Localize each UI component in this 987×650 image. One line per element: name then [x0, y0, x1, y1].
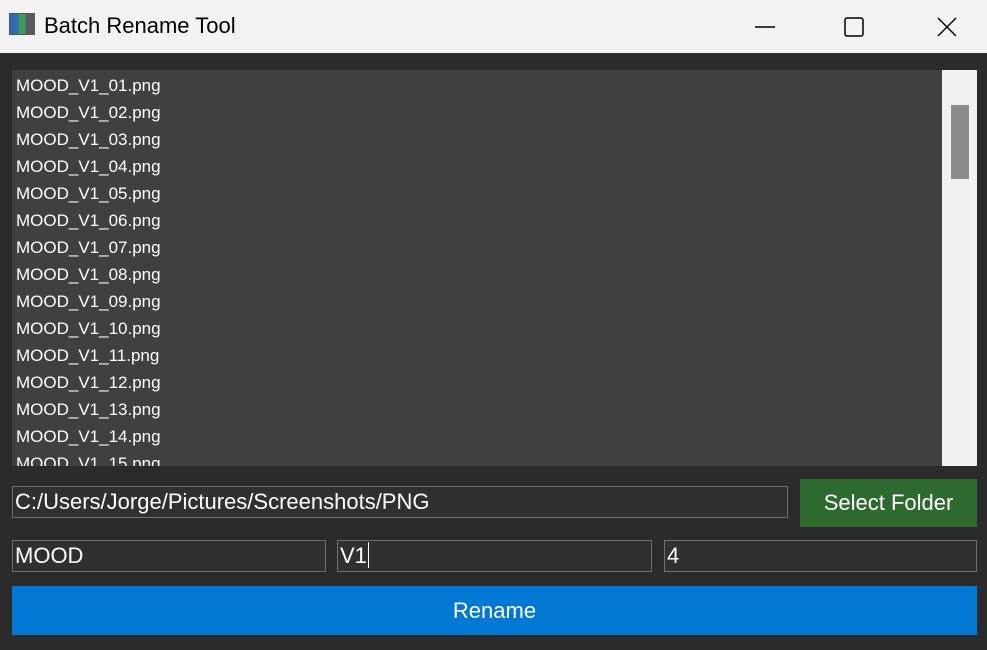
window-title: Batch Rename Tool — [44, 13, 236, 38]
title-bar: Batch Rename Tool — [0, 0, 987, 53]
select-folder-button[interactable]: Select Folder — [800, 479, 977, 527]
list-item[interactable]: MOOD_V1_09.png — [12, 288, 942, 315]
list-item[interactable]: MOOD_V1_05.png — [12, 180, 942, 207]
list-item[interactable]: MOOD_V1_03.png — [12, 126, 942, 153]
list-item[interactable]: MOOD_V1_10.png — [12, 315, 942, 342]
list-item[interactable]: MOOD_V1_13.png — [12, 396, 942, 423]
digits-value: 4 — [667, 543, 680, 568]
prefix-input[interactable]: MOOD — [12, 540, 326, 572]
folder-path-field[interactable]: C:/Users/Jorge/Pictures/Screenshots/PNG — [12, 486, 788, 518]
app-icon — [9, 13, 35, 35]
folder-path-text: C:/Users/Jorge/Pictures/Screenshots/PNG — [15, 489, 430, 514]
list-item[interactable]: MOOD_V1_07.png — [12, 234, 942, 261]
maximize-button[interactable] — [831, 0, 877, 53]
close-button[interactable] — [924, 0, 970, 53]
version-input[interactable]: V1 — [337, 540, 652, 572]
minimize-button[interactable] — [742, 0, 788, 53]
list-item[interactable]: MOOD_V1_08.png — [12, 261, 942, 288]
list-item[interactable]: MOOD_V1_04.png — [12, 153, 942, 180]
rename-button[interactable]: Rename — [12, 586, 977, 635]
digits-input[interactable]: 4 — [664, 540, 977, 572]
minimize-icon — [755, 25, 775, 28]
prefix-value: MOOD — [15, 543, 84, 568]
rename-label: Rename — [452, 597, 537, 623]
select-folder-label: Select Folder — [823, 490, 954, 515]
list-scrollbar[interactable] — [942, 70, 977, 466]
version-value: V1 — [340, 543, 367, 568]
scrollbar-thumb[interactable] — [951, 105, 969, 179]
maximize-icon — [844, 16, 864, 37]
list-item[interactable]: MOOD_V1_06.png — [12, 207, 942, 234]
list-item[interactable]: MOOD_V1_02.png — [12, 99, 942, 126]
list-item[interactable]: MOOD_V1_11.png — [12, 342, 942, 369]
close-icon — [937, 16, 957, 37]
list-item[interactable]: MOOD_V1_12.png — [12, 369, 942, 396]
list-item[interactable]: MOOD_V1_14.png — [12, 423, 942, 450]
list-item[interactable]: MOOD_V1_01.png — [12, 72, 942, 99]
list-item[interactable]: MOOD_V1_15.png — [12, 450, 942, 466]
file-list[interactable]: MOOD_V1_01.png MOOD_V1_02.png MOOD_V1_03… — [12, 70, 942, 466]
text-cursor — [367, 542, 369, 568]
